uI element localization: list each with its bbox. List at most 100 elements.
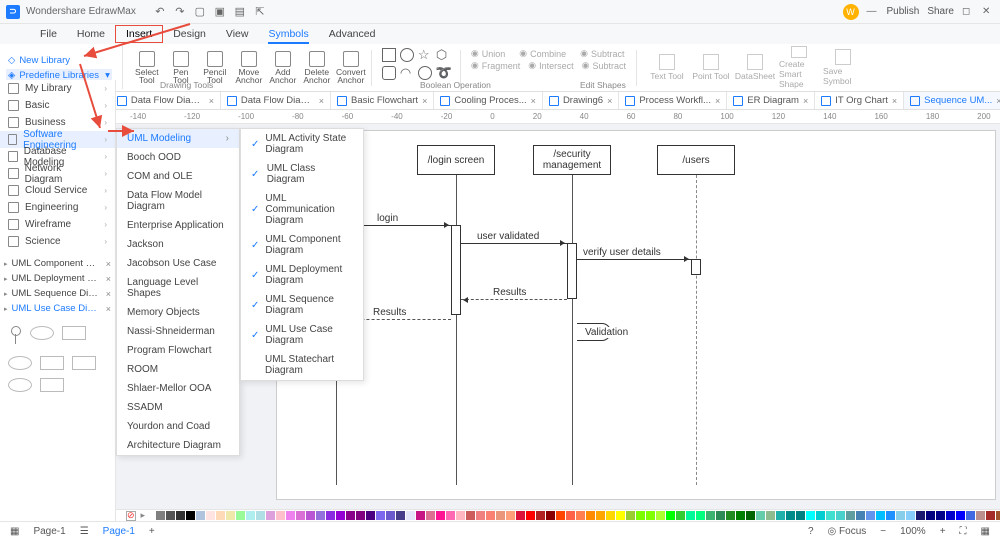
color-swatch[interactable]: [746, 511, 755, 520]
flyout-item[interactable]: UML Modeling: [117, 129, 239, 148]
menu-file[interactable]: File: [30, 26, 67, 42]
color-swatch[interactable]: [656, 511, 665, 520]
select-tool[interactable]: SelectTool: [131, 46, 163, 89]
color-swatch[interactable]: [736, 511, 745, 520]
combine-button[interactable]: ◉ Combine: [519, 48, 566, 59]
color-swatch[interactable]: [986, 511, 995, 520]
oval-shape[interactable]: [8, 356, 32, 370]
color-swatch[interactable]: [236, 511, 245, 520]
new-library-button[interactable]: ◇New Library: [6, 54, 112, 67]
flyout-item[interactable]: Yourdon and Coad: [117, 417, 239, 436]
flyout-item[interactable]: Program Flowchart: [117, 341, 239, 360]
color-swatch[interactable]: [456, 511, 465, 520]
flyout-item[interactable]: Memory Objects: [117, 303, 239, 322]
color-swatch[interactable]: [336, 511, 345, 520]
color-swatch[interactable]: [926, 511, 935, 520]
lifeline-login[interactable]: /login screen: [417, 145, 495, 175]
color-swatch[interactable]: [666, 511, 675, 520]
file-tab[interactable]: Basic Flowchart×: [331, 92, 434, 109]
flyout-item[interactable]: Enterprise Application: [117, 216, 239, 235]
no-fill[interactable]: ⊘: [126, 511, 136, 521]
menu-home[interactable]: Home: [67, 26, 115, 42]
avatar[interactable]: W: [843, 4, 859, 20]
add-anchor-tool[interactable]: AddAnchor: [267, 46, 299, 89]
color-swatch[interactable]: [606, 511, 615, 520]
sidebar-cat[interactable]: Wireframe›: [0, 216, 115, 233]
union-button[interactable]: ◉ Union: [471, 48, 505, 59]
close-icon[interactable]: ✕: [982, 6, 994, 18]
color-swatch[interactable]: [906, 511, 915, 520]
fit-button[interactable]: ⛶: [960, 526, 967, 537]
color-swatch[interactable]: [286, 511, 295, 520]
color-swatch[interactable]: [876, 511, 885, 520]
flyout-item[interactable]: Language Level Shapes: [117, 273, 239, 303]
intersect-button[interactable]: ◉ Intersect: [528, 60, 573, 71]
color-swatch[interactable]: [406, 511, 415, 520]
color-swatch[interactable]: [726, 511, 735, 520]
color-swatch[interactable]: [806, 511, 815, 520]
color-swatch[interactable]: [616, 511, 625, 520]
color-swatch[interactable]: [596, 511, 605, 520]
flyout-item[interactable]: ROOM: [117, 360, 239, 379]
color-swatch[interactable]: [956, 511, 965, 520]
activation[interactable]: [691, 259, 701, 275]
color-swatch[interactable]: [396, 511, 405, 520]
color-swatch[interactable]: [576, 511, 585, 520]
flyout-item[interactable]: Architecture Diagram: [117, 436, 239, 455]
oval-shape2[interactable]: [8, 378, 32, 392]
flyout-item[interactable]: Shlaer-Mellor OOA: [117, 379, 239, 398]
flyout-item[interactable]: ✓UML Sequence Diagram: [241, 290, 363, 320]
color-swatch[interactable]: [206, 511, 215, 520]
file-tab[interactable]: Cooling Proces...×: [434, 92, 543, 109]
diagram-section[interactable]: ▸UML Deployment Diagram×: [0, 271, 115, 286]
menu-design[interactable]: Design: [163, 26, 216, 42]
lifeline-users[interactable]: /users: [657, 145, 735, 175]
file-tab[interactable]: IT Org Chart×: [815, 92, 904, 109]
color-swatch[interactable]: [836, 511, 845, 520]
diagram-section[interactable]: ▸UML Use Case Diagram×: [0, 301, 115, 316]
color-swatch[interactable]: [276, 511, 285, 520]
color-swatch[interactable]: [716, 511, 725, 520]
color-swatch[interactable]: [826, 511, 835, 520]
add-page-button[interactable]: +: [149, 526, 155, 537]
color-swatch[interactable]: [936, 511, 945, 520]
color-swatch[interactable]: [566, 511, 575, 520]
menu-view[interactable]: View: [216, 26, 259, 42]
move-anchor-tool[interactable]: MoveAnchor: [233, 46, 265, 89]
usecase-shape[interactable]: [30, 326, 54, 340]
color-swatch[interactable]: [246, 511, 255, 520]
color-swatch[interactable]: [996, 511, 1000, 520]
color-swatch[interactable]: [776, 511, 785, 520]
page-indicator-icon[interactable]: ▦: [10, 526, 19, 537]
color-swatch[interactable]: [386, 511, 395, 520]
zoom-in-button[interactable]: +: [940, 526, 946, 537]
color-swatch[interactable]: [196, 511, 205, 520]
flyout-item[interactable]: UML Statechart Diagram: [241, 350, 363, 380]
color-swatch[interactable]: [156, 511, 165, 520]
color-swatch[interactable]: [886, 511, 895, 520]
color-swatch[interactable]: [256, 511, 265, 520]
roundrect-shape[interactable]: [382, 66, 396, 80]
zoom-out-button[interactable]: −: [880, 526, 886, 537]
sidebar-cat[interactable]: Basic›: [0, 97, 115, 114]
color-swatch[interactable]: [676, 511, 685, 520]
color-swatch[interactable]: [346, 511, 355, 520]
box-shape2[interactable]: [72, 356, 96, 370]
subtract2-button[interactable]: ◉ Subtract: [582, 60, 626, 71]
flyout-item[interactable]: Booch OOD: [117, 148, 239, 167]
color-swatch[interactable]: [526, 511, 535, 520]
sidebar-cat[interactable]: My Library›: [0, 80, 115, 97]
color-swatch[interactable]: [636, 511, 645, 520]
menu-advanced[interactable]: Advanced: [319, 26, 386, 42]
subtract-button[interactable]: ◉ Subtract: [580, 48, 624, 59]
msg-validated[interactable]: [461, 243, 567, 244]
msg-verify[interactable]: [577, 259, 691, 260]
color-swatch[interactable]: [646, 511, 655, 520]
share-button[interactable]: Share: [927, 6, 954, 17]
color-swatch[interactable]: [626, 511, 635, 520]
color-swatch[interactable]: [146, 511, 155, 520]
color-swatch[interactable]: [466, 511, 475, 520]
file-tab[interactable]: Sequence UM...×: [904, 92, 1000, 109]
color-swatch[interactable]: [756, 511, 765, 520]
file-tab[interactable]: Data Flow Diagr...×: [111, 92, 221, 109]
